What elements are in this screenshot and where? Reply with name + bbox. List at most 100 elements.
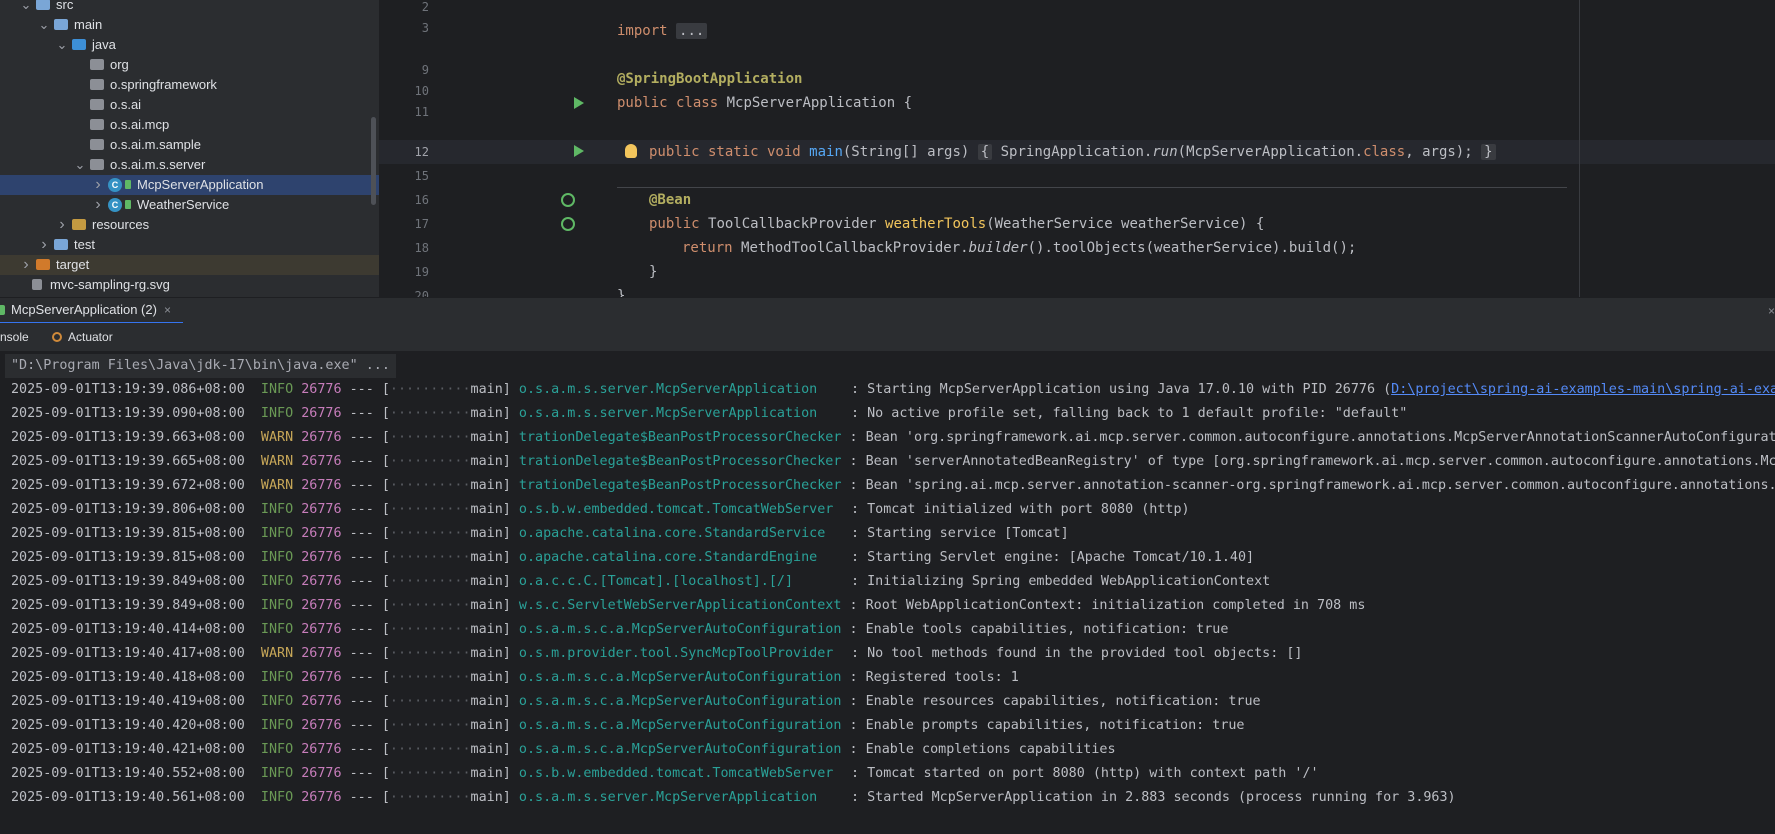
folded-imports[interactable]: ... xyxy=(676,23,708,39)
log-thread-padding: ·········· xyxy=(389,382,471,397)
fold-close[interactable]: } xyxy=(1481,144,1496,160)
console-log-line: 2025-09-01T13:19:39.086+08:00 INFO 26776… xyxy=(11,378,1775,402)
log-level: INFO xyxy=(260,574,294,589)
log-thread-padding: ·········· xyxy=(389,718,471,733)
log-thread: main] xyxy=(470,430,511,445)
chevron-right-icon[interactable]: › xyxy=(92,175,104,195)
chevron-down-icon[interactable]: ⌄ xyxy=(20,0,32,15)
tree-item[interactable]: o.s.ai xyxy=(0,95,379,115)
chevron-right-icon[interactable]: › xyxy=(92,195,104,215)
spring-bean-gutter-icon[interactable] xyxy=(561,217,575,231)
right-margin-guide xyxy=(1579,0,1580,297)
console-command-line[interactable]: "D:\Program Files\Java\jdk-17\bin\java.e… xyxy=(5,354,396,378)
log-pid: 26776 xyxy=(301,478,342,493)
tree-scrollbar[interactable] xyxy=(371,117,376,205)
log-pid: 26776 xyxy=(301,790,342,805)
tab-console[interactable]: nsole xyxy=(0,323,29,351)
log-pid: 26776 xyxy=(301,742,342,757)
log-logger: o.s.b.w.embedded.tomcat.TomcatWebServer xyxy=(518,766,834,781)
log-logger: trationDelegate$BeanPostProcessorChecker xyxy=(518,430,842,445)
tree-item[interactable]: ⌄ src xyxy=(0,0,379,15)
log-pid: 26776 xyxy=(301,502,342,517)
log-logger: o.s.a.m.s.server.McpServerApplication xyxy=(518,382,818,397)
chevron-down-icon[interactable]: ⌄ xyxy=(56,35,68,55)
spring-bean-gutter-icon[interactable] xyxy=(561,193,575,207)
run-class-gutter-icon[interactable] xyxy=(574,97,584,109)
chevron-right-icon[interactable]: › xyxy=(56,215,68,235)
log-logger: trationDelegate$BeanPostProcessorChecker xyxy=(518,478,842,493)
log-timestamp: 2025-09-01T13:19:40.414+08:00 xyxy=(11,622,245,637)
run-config-icon xyxy=(0,305,5,315)
run-tab-label: McpServerApplication (2) xyxy=(11,302,157,317)
package-icon xyxy=(90,59,104,70)
chevron-down-icon[interactable]: ⌄ xyxy=(38,15,50,35)
log-thread: main] xyxy=(470,718,511,733)
tree-item[interactable]: org xyxy=(0,55,379,75)
tree-item[interactable]: o.springframework xyxy=(0,75,379,95)
code-text: } xyxy=(617,288,626,297)
tree-item-label: McpServerApplication xyxy=(137,177,264,192)
tree-item-label: o.s.ai xyxy=(110,97,142,112)
console-log-line: 2025-09-01T13:19:39.663+08:00 WARN 26776… xyxy=(11,426,1775,450)
line-number: 15 xyxy=(414,169,429,183)
project-tree[interactable]: ⌄ src ⌄ main ⌄ java org o.springframework o.s.ai… xyxy=(0,0,379,297)
log-thread-padding: ·········· xyxy=(389,454,471,469)
log-timestamp: 2025-09-01T13:19:40.552+08:00 xyxy=(11,766,245,781)
console-log-line: 2025-09-01T13:19:39.672+08:00 WARN 26776… xyxy=(11,474,1775,498)
log-level: INFO xyxy=(260,670,294,685)
log-timestamp: 2025-09-01T13:19:39.849+08:00 xyxy=(11,598,245,613)
class-icon: C xyxy=(108,198,122,212)
log-thread: main] xyxy=(470,670,511,685)
tree-item[interactable]: o.s.ai.m.sample xyxy=(0,135,379,155)
console-output[interactable]: "D:\Program Files\Java\jdk-17\bin\java.e… xyxy=(0,351,1775,834)
chevron-right-icon[interactable]: › xyxy=(38,235,50,255)
log-message: : No active profile set, falling back to… xyxy=(850,406,1408,421)
method-separator xyxy=(617,187,1567,188)
tree-item[interactable]: ⌄ java xyxy=(0,35,379,55)
tree-item[interactable]: › C McpServerApplication xyxy=(0,175,379,195)
class-decl: McpServerApplication { xyxy=(726,95,913,111)
console-log-line: 2025-09-01T13:19:40.420+08:00 INFO 26776… xyxy=(11,718,1245,733)
code-editor[interactable]: 2 3 9 10 11 12 15 16 17 18 19 20 import … xyxy=(379,0,1775,297)
package-icon xyxy=(90,159,104,170)
tree-item[interactable]: › C WeatherService xyxy=(0,195,379,215)
chevron-right-icon[interactable]: › xyxy=(20,255,32,275)
lightbulb-icon[interactable] xyxy=(625,144,637,158)
tree-item[interactable]: mvc-sampling-rg.svg xyxy=(0,275,379,295)
log-message: : Tomcat started on port 8080 (http) wit… xyxy=(850,766,1319,781)
close-icon[interactable]: × xyxy=(164,298,171,322)
log-timestamp: 2025-09-01T13:19:40.418+08:00 xyxy=(11,670,245,685)
log-logger: o.s.a.m.s.c.a.McpServerAutoConfiguration xyxy=(518,622,842,637)
tree-item[interactable]: o.s.ai.mcp xyxy=(0,115,379,135)
line-number: 19 xyxy=(414,265,429,279)
code-text: (McpServerApplication. xyxy=(1177,144,1364,160)
log-timestamp: 2025-09-01T13:19:39.663+08:00 xyxy=(11,430,245,445)
log-path-link[interactable]: D:\project\spring-ai-examples-main\sprin… xyxy=(1391,382,1775,397)
console-log-line: 2025-09-01T13:19:39.665+08:00 WARN 26776… xyxy=(11,450,1775,474)
log-timestamp: 2025-09-01T13:19:39.090+08:00 xyxy=(11,406,245,421)
log-pid: 26776 xyxy=(301,622,342,637)
tree-item[interactable]: ⌄ main xyxy=(0,15,379,35)
tree-item[interactable]: › resources xyxy=(0,215,379,235)
run-tab[interactable]: McpServerApplication (2) × xyxy=(0,298,183,324)
log-message: : Tomcat initialized with port 8080 (htt… xyxy=(850,502,1190,517)
console-log-line: 2025-09-01T13:19:40.419+08:00 INFO 26776… xyxy=(11,694,1261,709)
package-icon xyxy=(90,79,104,90)
tree-item[interactable]: › test xyxy=(0,235,379,255)
log-thread-padding: ·········· xyxy=(389,622,471,637)
hide-panel-icon[interactable]: × xyxy=(1768,298,1775,324)
log-timestamp: 2025-09-01T13:19:40.421+08:00 xyxy=(11,742,245,757)
log-timestamp: 2025-09-01T13:19:39.806+08:00 xyxy=(11,502,245,517)
tree-item[interactable]: ⌄ o.s.ai.m.s.server xyxy=(0,155,379,175)
tab-actuator[interactable]: Actuator xyxy=(68,323,113,351)
log-logger: o.s.a.m.s.c.a.McpServerAutoConfiguration xyxy=(518,742,842,757)
log-thread: main] xyxy=(470,598,511,613)
chevron-down-icon[interactable]: ⌄ xyxy=(74,155,86,175)
fold-open[interactable]: { xyxy=(977,144,993,160)
run-main-gutter-icon[interactable] xyxy=(574,145,584,157)
return-type: ToolCallbackProvider xyxy=(708,216,877,232)
tree-item[interactable]: › target xyxy=(0,255,379,275)
log-thread-padding: ·········· xyxy=(389,670,471,685)
log-timestamp: 2025-09-01T13:19:39.672+08:00 xyxy=(11,478,245,493)
console-log-line: 2025-09-01T13:19:39.849+08:00 INFO 26776… xyxy=(11,598,1366,613)
